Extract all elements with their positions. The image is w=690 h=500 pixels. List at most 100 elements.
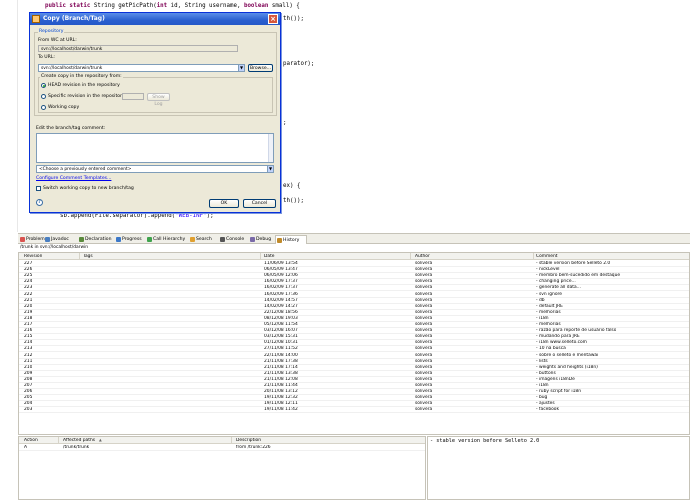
tab-progress[interactable]: Progress	[115, 235, 145, 244]
history-row[interactable]: 210 21/11/08 17:14 solivera - weights and h…	[19, 365, 689, 371]
history-row[interactable]: 220 14/02/09 14:27 solivera - default JRE	[19, 303, 689, 310]
configure-templates-link[interactable]: Configure Comment Templates...	[36, 176, 111, 181]
previous-comment-select[interactable]: <Choose a previously entered comment>	[36, 165, 274, 173]
chevron-down-icon[interactable]: ▼	[267, 166, 273, 172]
history-icon	[277, 238, 282, 243]
history-row[interactable]: 223 16/02/09 17:37 solivera - generate all …	[19, 285, 689, 292]
affected-paths-table[interactable]: Action Affected paths ▲ Description A/tr…	[18, 436, 426, 500]
code-token: ;	[283, 120, 287, 126]
col-tags[interactable]: Tags	[83, 254, 93, 259]
history-row[interactable]: 214 01/12/08 10:31 solivera - i18n www.sell…	[19, 340, 689, 347]
radio-head-label: HEAD revision in the repository	[48, 83, 120, 88]
code-token: String getPicPath(	[90, 3, 157, 9]
switch-working-copy-checkbox[interactable]	[36, 186, 41, 191]
history-cell-rev: 209	[24, 370, 33, 376]
tab-problems[interactable]: Problems	[19, 235, 47, 244]
cancel-button[interactable]: Cancel	[243, 199, 276, 208]
history-row[interactable]: 224 16/02/09 17:37 solivera - changing pric…	[19, 279, 689, 286]
affected-path-cell-action: A	[24, 445, 28, 450]
tab-label: Progress	[122, 237, 142, 242]
tab-call-hierarchy[interactable]: Call Hierarchy	[146, 235, 188, 244]
tab-history[interactable]: History	[275, 235, 307, 244]
history-cell-rev: 214	[24, 340, 33, 346]
code-line: parator);	[283, 61, 314, 67]
help-icon[interactable]: ?	[36, 199, 43, 206]
history-row[interactable]: 209 21/11/08 13:38 solivera - buttons	[19, 370, 689, 377]
tab-search[interactable]: Search	[189, 235, 218, 244]
history-cell-date: 14/02/09 14:27	[264, 303, 298, 309]
show-log-button[interactable]: Show Log	[147, 93, 170, 107]
history-row[interactable]: 211 21/11/08 17:38 solivera - lists	[19, 359, 689, 365]
to-url-combo[interactable]: svn://localhost/darwin/trunk	[38, 64, 245, 72]
history-row[interactable]: 222 16/02/09 17:36 solivera - svn ignore	[19, 291, 689, 298]
affected-path-row[interactable]: A/trunk/trunk from /trunk:226	[19, 445, 425, 451]
history-row[interactable]: 206 20/11/08 13:12 solivera - ruby script f…	[19, 389, 689, 396]
history-cell-date: 19/11/08 12:11	[264, 401, 298, 407]
history-cell-rev: 216	[24, 328, 33, 334]
history-table[interactable]: Revision Tags Date Author Comment 227 11/…	[18, 252, 690, 435]
tab-javadoc[interactable]: Javadoc	[44, 235, 77, 244]
history-cell-rev: 218	[24, 315, 33, 321]
history-cell-rev: 205	[24, 395, 33, 401]
history-row[interactable]: 217 05/12/08 11:54 solivera - melhorias	[19, 322, 689, 328]
history-row[interactable]: 221 14/02/09 14:57 solivera - db	[19, 298, 689, 304]
history-cell-comment: - sobre o selleto e mentawai	[536, 352, 599, 358]
repository-group-label: Repository	[38, 29, 65, 34]
history-cell-comment: - svn ignore	[536, 291, 562, 297]
history-row[interactable]: 218 08/12/08 19:03 solivera - i18n	[19, 315, 689, 322]
dialog-title: Copy (Branch/Tag)	[43, 15, 105, 22]
history-row[interactable]: 205 19/11/08 12:32 solivera - bug	[19, 395, 689, 402]
browse-button[interactable]: Browse...	[248, 64, 273, 72]
ok-button[interactable]: OK	[209, 199, 239, 208]
history-cell-comment: - ajustes	[536, 401, 555, 407]
history-cell-comment: - stable version before Selleto 2.0	[536, 261, 611, 266]
code-token: public static	[45, 3, 91, 9]
col-revision[interactable]: Revision	[24, 254, 42, 259]
code-token: small) {	[268, 3, 300, 9]
history-cell-author: solivera	[415, 309, 433, 315]
chevron-down-icon[interactable]: ▼	[238, 65, 244, 71]
tab-console[interactable]: Console	[219, 235, 248, 244]
history-cell-rev: 220	[24, 303, 33, 309]
code-token: boolean	[243, 3, 269, 9]
history-row[interactable]: 213 27/11/08 11:52 solivera - 10 na busca	[19, 346, 689, 353]
history-cell-author: solivera	[415, 340, 433, 346]
revision-comment-pane[interactable]: - stable version before Selleto 2.0	[427, 436, 690, 500]
history-row[interactable]: 204 19/11/08 12:11 solivera - ajustes	[19, 401, 689, 408]
col-comment[interactable]: Comment	[536, 254, 558, 259]
history-cell-comment: - i18n	[536, 383, 549, 388]
history-cell-comment: - i18n www.selleto.com	[536, 340, 587, 346]
tab-declaration[interactable]: Declaration	[78, 235, 114, 244]
history-row[interactable]: 212 22/11/08 14:00 solivera - sobre o selle…	[19, 352, 689, 359]
history-row[interactable]: 219 22/12/08 18:56 solivera - melhorias	[19, 309, 689, 316]
comment-textarea[interactable]	[36, 133, 274, 163]
radio-working-copy[interactable]	[41, 105, 46, 110]
dialog-titlebar[interactable]: Copy (Branch/Tag) ×	[30, 13, 280, 25]
col-author[interactable]: Author	[415, 254, 430, 259]
history-row[interactable]: 203 19/11/08 11:42 solivera - facebook	[19, 407, 689, 414]
history-row[interactable]: 226 06/05/09 13:47 solivera - nickLevel	[19, 267, 689, 274]
declaration-icon	[79, 237, 84, 242]
close-icon[interactable]: ×	[268, 14, 278, 24]
col-action[interactable]: Action	[24, 438, 38, 443]
copy-branch-tag-dialog: Copy (Branch/Tag) × Repository From WC a…	[29, 12, 281, 213]
history-table-header: Revision Tags Date Author Comment	[19, 253, 689, 260]
comment-scrollbar[interactable]	[268, 134, 273, 162]
tab-label: Javadoc	[51, 237, 69, 242]
history-row[interactable]: 225 06/05/09 12:06 solivera - membro bem-su…	[19, 273, 689, 280]
history-cell-comment: - razão para reporte de usuário falso	[536, 328, 617, 334]
history-row[interactable]: 227 11/06/09 13:54 solivera - stable versio…	[19, 261, 689, 267]
history-row[interactable]: 215 03/12/08 15:31 solivera - mudando para …	[19, 334, 689, 341]
col-description[interactable]: Description	[236, 438, 261, 443]
col-affected-paths[interactable]: Affected paths	[63, 438, 95, 443]
history-row[interactable]: 207 21/11/08 11:44 solivera - i18n	[19, 383, 689, 389]
history-cell-date: 19/11/08 11:42	[264, 407, 298, 413]
col-date[interactable]: Date	[264, 254, 275, 259]
radio-head-revision[interactable]	[41, 83, 46, 88]
history-cell-author: solivera	[415, 401, 433, 407]
history-cell-date: 03/12/08 15:31	[264, 334, 298, 340]
history-row[interactable]: 208 21/11/08 12:08 solivera - imagens i18nD…	[19, 377, 689, 383]
radio-specific-revision[interactable]	[41, 94, 46, 99]
tab-debug[interactable]: Debug	[249, 235, 274, 244]
history-row[interactable]: 216 03/12/08 16:07 solivera - razão para re…	[19, 328, 689, 335]
